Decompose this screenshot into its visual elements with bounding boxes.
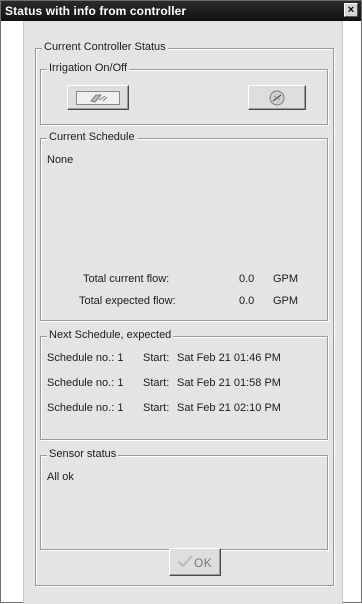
sensor-status-value: All ok [47,471,74,483]
close-icon: × [347,4,355,16]
total-current-flow-label: Total current flow: [83,273,170,285]
next-schedule-group: Next Schedule, expected Schedule no.: 1 … [40,329,328,440]
sprinkler-on-icon [76,90,120,105]
current-schedule-label: Current Schedule [47,131,137,143]
dialog-panel: Current Controller Status Irrigation On/… [23,21,343,604]
current-controller-status-group: Current Controller Status Irrigation On/… [35,41,334,586]
total-expected-flow-label: Total expected flow: [79,295,176,307]
next-schedule-row-2-start-value: Sat Feb 21 01:58 PM [177,377,281,389]
next-schedule-row-3-schedule: Schedule no.: 1 [47,402,124,414]
ok-button-label: OK [194,556,213,570]
irrigation-off-button[interactable] [248,85,306,110]
next-schedule-row-3-start-label: Start: [143,402,170,414]
current-schedule-value: None [47,154,74,166]
title-bar[interactable]: Status with info from controller × [1,1,361,21]
dialog-window: Status with info from controller × Curre… [0,0,362,604]
irrigation-on-button[interactable] [67,85,129,110]
next-schedule-row-1-start-value: Sat Feb 21 01:46 PM [177,352,281,364]
next-schedule-row-2-schedule: Schedule no.: 1 [47,377,124,389]
current-controller-status-label: Current Controller Status [42,41,168,53]
close-button[interactable]: × [344,3,358,17]
next-schedule-row-1-schedule: Schedule no.: 1 [47,352,124,364]
next-schedule-row-2-start-label: Start: [143,377,170,389]
total-current-flow-value: 0.0 [239,273,255,285]
total-expected-flow-unit: GPM [273,295,299,307]
next-schedule-row-1-start-label: Start: [143,352,170,364]
window-title: Status with info from controller [5,4,187,18]
current-schedule-group: Current Schedule None Total current flow… [40,131,328,321]
total-current-flow-unit: GPM [273,273,299,285]
next-schedule-row-3-start-value: Sat Feb 21 02:10 PM [177,402,281,414]
sprinkler-off-icon [267,88,287,108]
irrigation-on-off-group: Irrigation On/Off [40,62,328,125]
sensor-status-label: Sensor status [47,448,119,460]
irrigation-on-off-label: Irrigation On/Off [47,62,130,74]
total-expected-flow-value: 0.0 [239,295,255,307]
check-icon [177,554,193,573]
sensor-status-group: Sensor status All ok [40,448,328,550]
ok-button[interactable]: OK [169,548,221,576]
next-schedule-label: Next Schedule, expected [47,329,174,341]
